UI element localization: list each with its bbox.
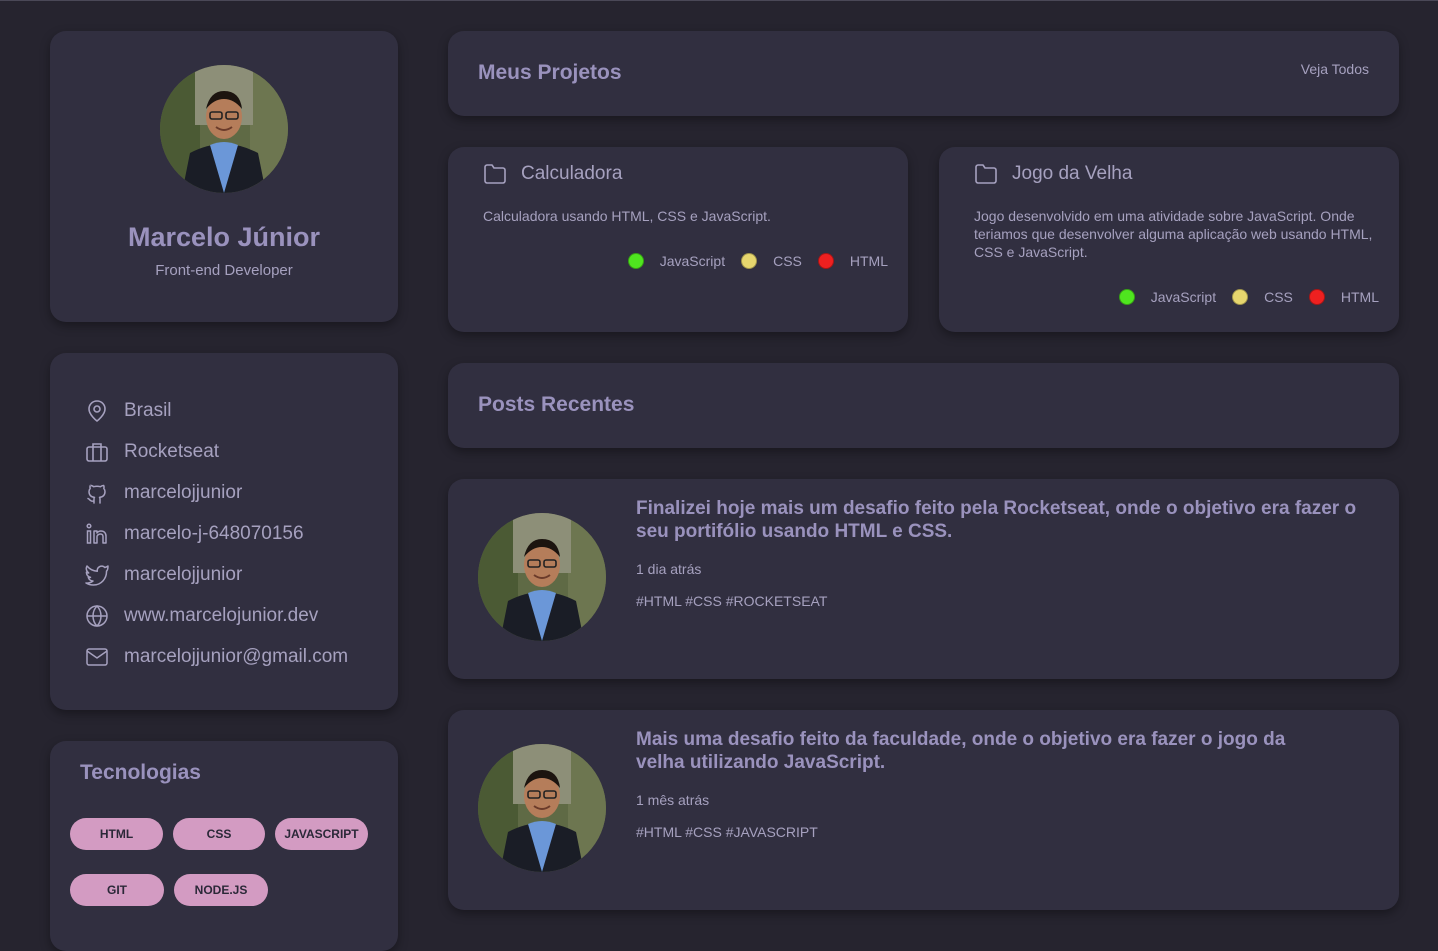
contact-label: Brasil: [124, 400, 172, 421]
contact-label: marcelo-j-648070156: [124, 523, 304, 544]
see-all-link[interactable]: Veja Todos: [1301, 61, 1369, 77]
linkedin-icon: [85, 522, 109, 546]
lang-dot: [1232, 289, 1249, 305]
project-title-row: Jogo da Velha: [974, 163, 1132, 185]
lang-dot: [741, 253, 758, 269]
project-langs: JavaScript CSS HTML: [1118, 289, 1379, 305]
posts-header: Posts Recentes: [448, 363, 1399, 448]
techs-card: Tecnologias HTML CSS JAVASCRIPT GIT NODE…: [50, 741, 398, 951]
contact-company: Rocketseat: [85, 439, 219, 465]
contact-email[interactable]: marcelojjunior@gmail.com: [85, 644, 348, 670]
projects-title: Meus Projetos: [478, 61, 622, 84]
project-name: Jogo da Velha: [1012, 163, 1133, 184]
lang-dot: [1118, 289, 1135, 305]
post-avatar: [478, 744, 606, 872]
tech-tag: NODE.JS: [174, 874, 268, 906]
project-card[interactable]: Calculadora Calculadora usando HTML, CSS…: [448, 147, 908, 332]
post-date: 1 dia atrás: [636, 561, 702, 577]
profile-name: Marcelo Júnior: [127, 222, 321, 252]
contact-label: marcelojjunior@gmail.com: [124, 646, 349, 667]
globe-icon: [85, 604, 109, 628]
lang-label: CSS: [773, 253, 802, 269]
tech-tag: CSS: [173, 818, 265, 850]
lang-label: CSS: [1264, 289, 1293, 305]
map-pin-icon: [85, 399, 109, 423]
top-border: [0, 0, 1438, 1]
tech-tag: GIT: [70, 874, 164, 906]
contact-github[interactable]: marcelojjunior: [85, 480, 242, 506]
contacts-card: Brasil Rocketseat marcelojjunior marcelo…: [50, 353, 398, 710]
contact-twitter[interactable]: marcelojjunior: [85, 562, 242, 588]
post-avatar: [478, 513, 606, 641]
twitter-icon: [85, 563, 109, 587]
lang-javascript: JavaScript: [627, 253, 726, 269]
lang-css: CSS: [1232, 289, 1293, 305]
techs-title: Tecnologias: [80, 761, 201, 784]
contact-label: www.marcelojunior.dev: [124, 605, 319, 626]
mail-icon: [85, 645, 109, 669]
tech-tag: JAVASCRIPT: [275, 818, 368, 850]
folder-icon: [484, 164, 506, 184]
lang-label: JavaScript: [659, 253, 726, 269]
lang-dot: [1308, 289, 1325, 305]
profile-role: Front-end Developer: [155, 262, 293, 279]
contact-label: Rocketseat: [124, 441, 220, 462]
projects-header: Meus Projetos Veja Todos: [448, 31, 1399, 116]
lang-label: HTML: [849, 253, 888, 269]
folder-icon: [975, 164, 997, 184]
post-tags: #HTML #CSS #JAVASCRIPT: [636, 824, 818, 840]
contact-label: marcelojjunior: [124, 564, 243, 585]
post-date: 1 mês atrás: [636, 792, 710, 808]
lang-dot: [817, 253, 834, 269]
project-name: Calculadora: [521, 163, 623, 184]
contact-linkedin[interactable]: marcelo-j-648070156: [85, 521, 304, 547]
post-title: Mais uma desafio feito da faculdade, ond…: [636, 729, 1286, 773]
contact-website[interactable]: www.marcelojunior.dev: [85, 603, 318, 629]
post-title: Finalizei hoje mais um desafio feito pel…: [636, 498, 1357, 542]
contact-location: Brasil: [85, 398, 172, 424]
tech-tag: HTML: [70, 818, 163, 850]
lang-javascript: JavaScript: [1118, 289, 1217, 305]
lang-label: JavaScript: [1150, 289, 1217, 305]
github-icon: [85, 481, 109, 505]
briefcase-icon: [85, 440, 109, 464]
project-description: Calculadora usando HTML, CSS e JavaScrip…: [483, 208, 771, 224]
lang-css: CSS: [741, 253, 802, 269]
lang-label: HTML: [1340, 289, 1379, 305]
lang-dot: [627, 253, 644, 269]
project-langs: JavaScript CSS HTML: [627, 253, 888, 269]
project-description: Jogo desenvolvido em uma atividade sobre…: [974, 208, 1373, 260]
post-tags: #HTML #CSS #ROCKETSEAT: [636, 593, 828, 609]
lang-html: HTML: [1308, 289, 1379, 305]
project-card[interactable]: Jogo da Velha Jogo desenvolvido em uma a…: [939, 147, 1399, 332]
lang-html: HTML: [817, 253, 888, 269]
contact-label: marcelojjunior: [124, 482, 243, 503]
post-card[interactable]: Mais uma desafio feito da faculdade, ond…: [448, 710, 1399, 910]
posts-title: Posts Recentes: [478, 393, 635, 416]
project-title-row: Calculadora: [483, 163, 622, 185]
avatar: [160, 65, 288, 193]
profile-card: Marcelo Júnior Front-end Developer: [50, 31, 398, 322]
post-card[interactable]: Finalizei hoje mais um desafio feito pel…: [448, 479, 1399, 679]
